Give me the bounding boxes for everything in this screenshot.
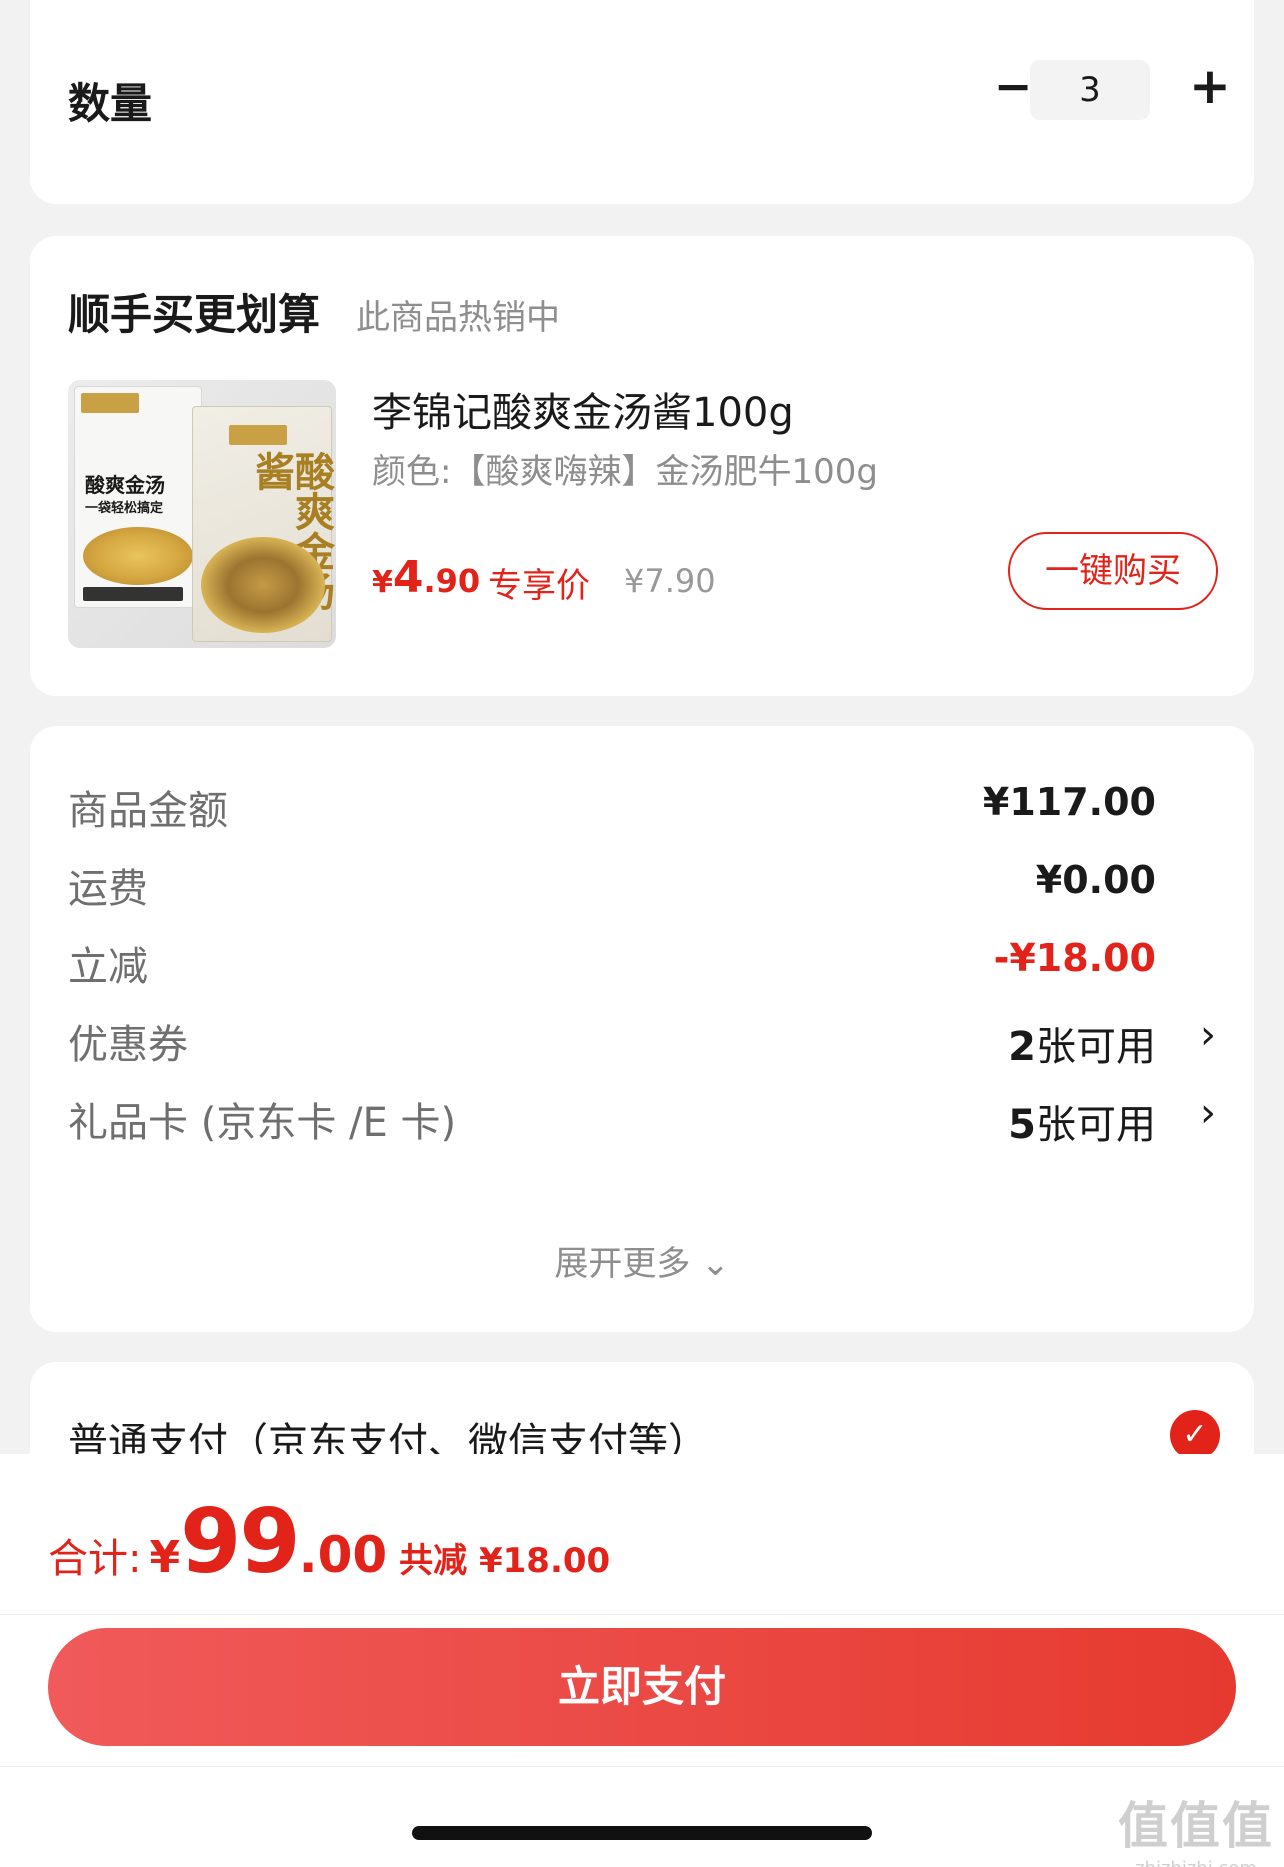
- package-text-2: 一袋轻松搞定: [85, 501, 164, 516]
- expand-more-button[interactable]: 展开更多 ⌄: [30, 1236, 1254, 1285]
- brand-logo: [81, 393, 139, 413]
- watermark-main: 值值值: [1118, 1797, 1274, 1855]
- coupon-value: 2张可用: [1008, 1014, 1156, 1072]
- price-integer: 4: [392, 552, 424, 603]
- total-label: 合计:: [48, 1536, 142, 1582]
- addon-subtitle: 此商品热销中: [356, 298, 560, 338]
- discount-label: 立减: [68, 944, 148, 990]
- quantity-card: 数量 − 3 +: [30, 0, 1254, 204]
- check-circle-icon[interactable]: ✓: [1170, 1410, 1220, 1460]
- order-total: 合计: ¥99.00 共减 ¥18.00: [48, 1490, 610, 1593]
- chevron-right-icon: ›: [1200, 1090, 1216, 1136]
- watermark-logo: 值值值 zhizhizhi.com: [1118, 1786, 1274, 1867]
- shipping-value: ¥0.00: [1035, 858, 1156, 902]
- brand-logo-2: [229, 425, 287, 445]
- discount-value: -¥18.00: [993, 936, 1156, 980]
- watermark-sub: zhizhizhi.com: [1118, 1858, 1274, 1867]
- quantity-label: 数量: [68, 79, 153, 128]
- coupon-unit: 张可用: [1036, 1024, 1156, 1070]
- giftcard-unit: 张可用: [1036, 1102, 1156, 1148]
- checkout-bar: 合计:¥99.00 共减 ¥18.00 立即支付 值值值 zhizhizhi.co…: [0, 1454, 1284, 1867]
- total-saved: 共减 ¥18.00: [399, 1541, 611, 1581]
- quantity-input[interactable]: 3: [1030, 60, 1150, 120]
- total-integer: 99: [180, 1490, 300, 1593]
- coupon-count: 2: [1008, 1024, 1036, 1070]
- summary-row-shipping: 运费 ¥0.00: [68, 856, 1216, 916]
- package-back: 酸爽金汤酱: [192, 406, 334, 642]
- total-decimal: .00: [298, 1526, 388, 1584]
- addon-recommend-card: 顺手买更划算 此商品热销中 酸爽金汤 一袋轻松搞定 酸爽金汤酱 李锦记酸爽金汤酱…: [30, 236, 1254, 696]
- summary-row-subtotal: 商品金额 ¥117.00: [68, 778, 1216, 838]
- price-tag: 专享价: [488, 566, 590, 606]
- divider: [0, 1766, 1284, 1767]
- coupon-label: 优惠券: [68, 1022, 188, 1068]
- one-click-buy-button[interactable]: 一键购买: [1008, 532, 1218, 610]
- summary-row-discount: 立减 -¥18.00: [68, 934, 1216, 994]
- subtotal-label: 商品金额: [68, 788, 228, 834]
- price-currency: ¥: [372, 565, 393, 600]
- subtotal-value: ¥117.00: [982, 780, 1156, 824]
- divider: [0, 1614, 1284, 1615]
- summary-row-coupon[interactable]: 优惠券 2张可用 ›: [68, 1012, 1216, 1072]
- giftcard-value: 5张可用: [1008, 1092, 1156, 1150]
- dish-illustration: [201, 537, 325, 633]
- bowl-illustration: [83, 527, 193, 585]
- giftcard-count: 5: [1008, 1102, 1036, 1148]
- pay-now-button[interactable]: 立即支付: [48, 1628, 1236, 1746]
- product-image[interactable]: 酸爽金汤 一袋轻松搞定 酸爽金汤酱: [68, 380, 336, 648]
- package-text-1: 酸爽金汤: [85, 473, 165, 497]
- addon-title: 顺手买更划算: [68, 290, 321, 339]
- shipping-label: 运费: [68, 866, 148, 912]
- product-spec: 颜色:【酸爽嗨辣】金汤肥牛100g: [372, 452, 878, 492]
- original-price: ¥7.90: [624, 562, 716, 600]
- total-currency: ¥: [149, 1532, 181, 1583]
- quantity-increase-button[interactable]: +: [1182, 58, 1238, 114]
- summary-row-giftcard[interactable]: 礼品卡 (京东卡 /E 卡) 5张可用 ›: [68, 1090, 1216, 1150]
- chevron-right-icon: ›: [1200, 1012, 1216, 1058]
- product-name[interactable]: 李锦记酸爽金汤酱100g: [372, 380, 794, 438]
- price-decimal: .90: [423, 562, 481, 600]
- giftcard-label: 礼品卡 (京东卡 /E 卡): [68, 1100, 457, 1146]
- home-indicator[interactable]: [412, 1826, 872, 1840]
- order-summary-card: 商品金额 ¥117.00 运费 ¥0.00 立减 -¥18.00 优惠券 2张可…: [30, 726, 1254, 1332]
- package-strip: [83, 587, 183, 601]
- package-front: 酸爽金汤 一袋轻松搞定: [74, 386, 202, 608]
- product-price: ¥4.90: [372, 552, 480, 603]
